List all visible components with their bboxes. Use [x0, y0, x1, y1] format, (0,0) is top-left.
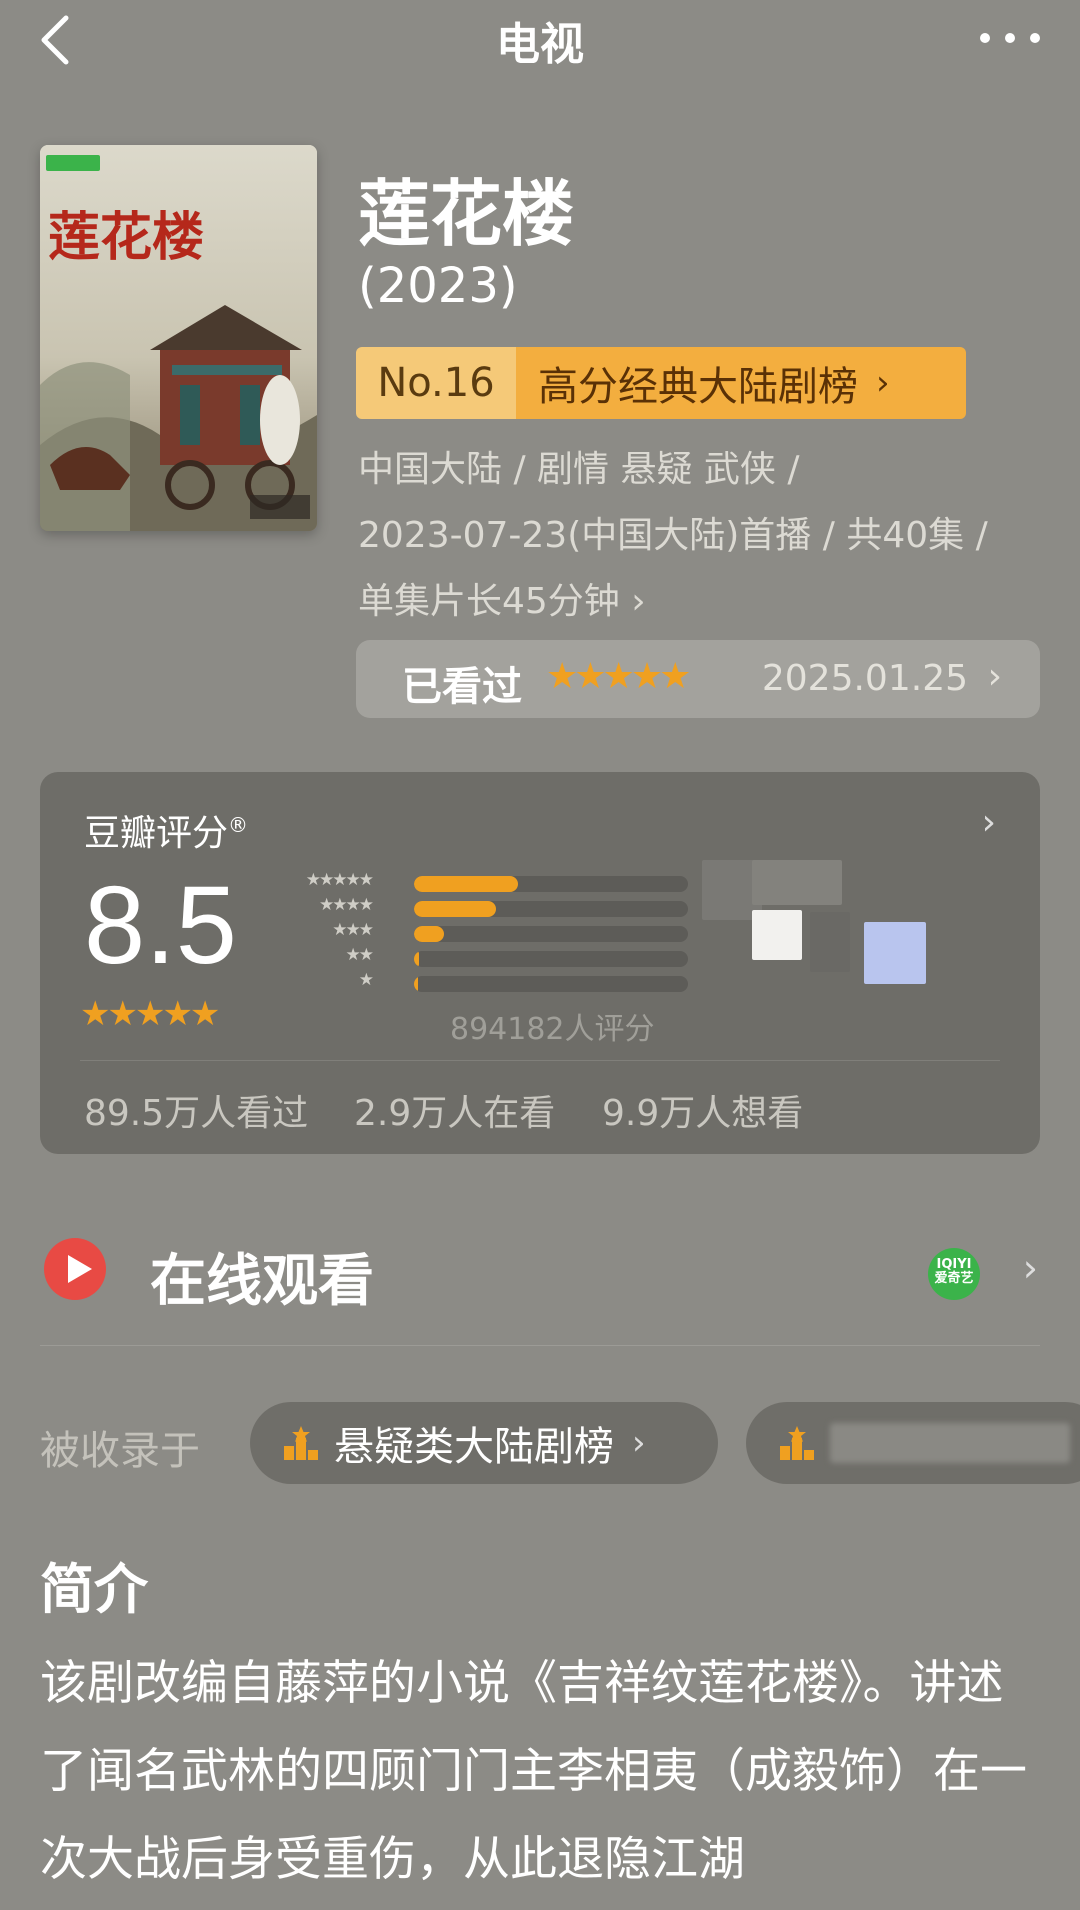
- rank-banner[interactable]: No.16 高分经典大陆剧榜 ›: [356, 347, 966, 419]
- poster-artwork: 莲花楼: [40, 145, 317, 531]
- rating-count: 894182人评分: [450, 1012, 655, 1047]
- collection-chip[interactable]: [746, 1402, 1080, 1484]
- meta-region-genre: 中国大陆 / 剧情 悬疑 武侠 /: [358, 449, 800, 490]
- distribution-bar: [414, 901, 497, 917]
- distribution-bar-track: [414, 901, 688, 917]
- more-button[interactable]: [980, 26, 1040, 50]
- watched-date: 2025.01.25: [761, 658, 968, 699]
- play-icon: [44, 1238, 106, 1300]
- distribution-bar-track: [414, 976, 688, 992]
- synopsis-heading: 简介: [40, 1558, 148, 1621]
- collected-in-label: 被收录于: [40, 1428, 200, 1474]
- watched-stars-icon: ★★★★★: [546, 656, 691, 697]
- show-poster[interactable]: 莲花楼: [40, 145, 317, 531]
- distribution-bar: [414, 926, 445, 942]
- more-dots-icon: [1005, 33, 1015, 43]
- distribution-bar-track: [414, 951, 688, 967]
- divider: [80, 1060, 1000, 1061]
- distribution-row: ★: [262, 970, 692, 997]
- distribution-bar-track: [414, 876, 688, 892]
- rating-distribution: ★★★★★ ★★★★ ★★★ ★★ ★: [262, 870, 692, 997]
- distribution-bar: [414, 976, 419, 992]
- rank-list-name: 高分经典大陆剧榜 ›: [516, 347, 966, 419]
- rating-source-label: 豆瓣评分®: [84, 804, 248, 856]
- chevron-right-icon: ›: [981, 802, 996, 843]
- star-level-icon: ★: [358, 970, 374, 990]
- obscured-area: [810, 912, 850, 972]
- distribution-row: ★★★: [262, 920, 692, 947]
- obscured-area: [752, 910, 802, 960]
- star-level-icon: ★★: [345, 945, 375, 965]
- more-dots-icon: [980, 33, 990, 43]
- stat-watched: 89.5万人看过: [84, 1093, 309, 1134]
- synopsis-text: 该剧改编自藤萍的小说《吉祥纹莲花楼》。讲述了闻名武林的四顾门门主李相夷（成毅饰）…: [40, 1656, 1027, 1887]
- distribution-bar: [414, 876, 519, 892]
- distribution-row: ★★★★★: [262, 870, 692, 897]
- ranking-podium-icon: [780, 1426, 814, 1460]
- collection-chip[interactable]: 悬疑类大陆剧榜 ›: [250, 1402, 718, 1484]
- stat-watching: 2.9万人在看: [354, 1093, 556, 1134]
- rating-stars-icon: ★★★★★: [80, 994, 220, 1034]
- douban-rating-card[interactable]: 豆瓣评分® › 8.5 ★★★★★ ★★★★★ ★★★★ ★★★ ★★ ★ 89…: [40, 772, 1040, 1154]
- collection-chip-label: 悬疑类大陆剧榜: [334, 1424, 614, 1470]
- more-dots-icon: [1030, 33, 1040, 43]
- divider: [40, 1345, 1040, 1346]
- distribution-bar: [414, 951, 420, 967]
- rank-number: No.16: [356, 347, 516, 419]
- rank-list-label: 高分经典大陆剧榜: [538, 364, 858, 410]
- distribution-row: ★★★★: [262, 895, 692, 922]
- meta-premiere-episodes: 2023-07-23(中国大陆)首播 / 共40集 /: [358, 515, 988, 556]
- watched-label: 已看过: [402, 664, 522, 710]
- page-title: 电视: [496, 19, 584, 70]
- star-level-icon: ★★★★★: [305, 870, 374, 890]
- obscured-area: [864, 922, 926, 984]
- registered-mark: ®: [228, 813, 249, 837]
- chevron-right-icon: ›: [987, 656, 1002, 697]
- top-bar: 电视: [0, 0, 1080, 80]
- rating-source-name: 豆瓣评分: [84, 813, 229, 854]
- chevron-right-icon: ›: [1022, 1246, 1038, 1290]
- stat-want: 9.9万人想看: [602, 1093, 804, 1134]
- star-level-icon: ★★★★: [319, 895, 374, 915]
- obscured-area: [752, 860, 842, 905]
- watched-status-pill[interactable]: 已看过 ★★★★★ 2025.01.25 ›: [356, 640, 1040, 718]
- online-watch-title: 在线观看: [150, 1249, 374, 1314]
- show-year: (2023): [358, 258, 518, 314]
- ranking-podium-icon: [284, 1426, 318, 1460]
- online-watch-row[interactable]: 在线观看 IQIYI 爱奇艺 ›: [40, 1228, 1040, 1314]
- poster-title-text: 莲花楼: [48, 207, 204, 268]
- distribution-row: ★★: [262, 945, 692, 972]
- show-title: 莲花楼: [358, 172, 575, 256]
- chevron-right-icon: ›: [876, 363, 890, 403]
- obscured-chip-label: [830, 1423, 1070, 1463]
- meta-episode-length[interactable]: 单集片长45分钟 ›: [358, 572, 646, 624]
- iqiyi-logo-icon: IQIYI 爱奇艺: [928, 1248, 980, 1300]
- rating-score: 8.5: [84, 864, 237, 987]
- distribution-bar-track: [414, 926, 688, 942]
- star-level-icon: ★★★: [332, 920, 374, 940]
- chevron-right-icon: ›: [632, 1423, 646, 1463]
